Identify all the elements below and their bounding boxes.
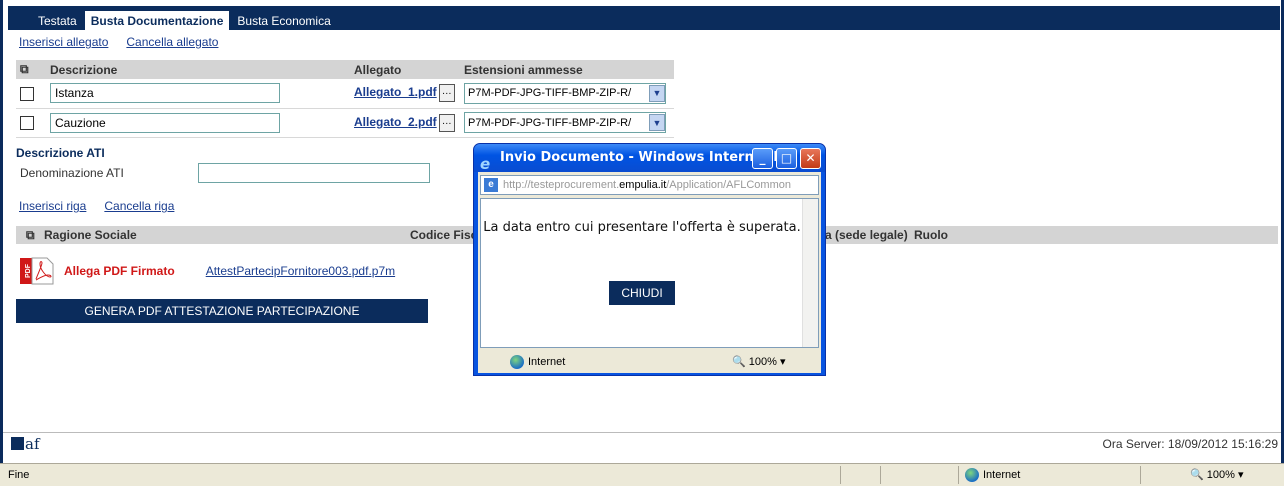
popup-titlebar[interactable]: e Invio Documento - Windows Internet E..… bbox=[474, 144, 825, 172]
popup-zone-indicator: Internet bbox=[510, 355, 565, 369]
ati-section-title: Descrizione ATI bbox=[16, 146, 105, 160]
denominazione-label: Denominazione ATI bbox=[20, 166, 124, 180]
row-checkbox[interactable] bbox=[20, 86, 34, 101]
extensions-value: P7M-PDF-JPG-TIFF-BMP-ZIP-R/ bbox=[468, 116, 632, 129]
globe-icon bbox=[510, 355, 524, 369]
chiudi-button[interactable]: CHIUDI bbox=[609, 281, 675, 305]
status-divider bbox=[840, 466, 841, 484]
chevron-down-icon[interactable]: ▼ bbox=[649, 84, 665, 102]
row-actions: Inserisci riga Cancella riga bbox=[19, 199, 174, 213]
ie-page-icon: e bbox=[484, 178, 498, 192]
row-checkbox[interactable] bbox=[20, 115, 34, 130]
table-row: Allegato_2.pdf… P7M-PDF-JPG-TIFF-BMP-ZIP… bbox=[16, 108, 674, 138]
status-divider bbox=[958, 466, 959, 484]
popup-address-bar: e http://testeprocurement.empulia.it/App… bbox=[480, 175, 819, 195]
zone-indicator: Internet bbox=[965, 468, 1020, 482]
copy-icon: ⧉ bbox=[16, 60, 46, 79]
descrizione-field[interactable] bbox=[50, 83, 280, 104]
col-header-ruolo: Ruolo bbox=[914, 228, 948, 242]
tab-bar: Testata Busta Documentazione Busta Econo… bbox=[8, 6, 1280, 30]
af-logo: af bbox=[11, 435, 40, 453]
tab-busta-economica[interactable]: Busta Economica bbox=[231, 11, 336, 30]
popup-zone-label: Internet bbox=[528, 356, 566, 368]
svg-text:PDF: PDF bbox=[25, 263, 32, 278]
chevron-down-icon[interactable]: ▼ bbox=[649, 114, 665, 131]
status-text: Fine bbox=[8, 469, 30, 481]
documents-header-row: ⧉ Descrizione Allegato Estensioni ammess… bbox=[16, 60, 674, 79]
footer-divider bbox=[3, 432, 1281, 433]
status-divider bbox=[1140, 466, 1141, 484]
insert-attachment-link[interactable]: Inserisci allegato bbox=[19, 35, 108, 49]
zoom-value: 100% bbox=[1206, 469, 1235, 481]
zone-label: Internet bbox=[983, 469, 1021, 481]
logo-text: af bbox=[25, 435, 40, 453]
browse-button[interactable]: … bbox=[438, 84, 455, 103]
col-header-codice-fiscale: Codice Fisc bbox=[410, 228, 478, 242]
popup-window: e Invio Documento - Windows Internet E..… bbox=[473, 143, 826, 376]
attestation-file-link[interactable]: AttestPartecipFornitore003.pdf.p7m bbox=[206, 264, 395, 278]
pdf-icon[interactable]: PDF bbox=[20, 257, 54, 285]
address-prefix: http://testeprocurement. bbox=[503, 179, 620, 191]
attachment-actions: Inserisci allegato Cancella allegato bbox=[19, 35, 218, 49]
col-header-estensioni: Estensioni ammesse bbox=[460, 60, 674, 79]
popup-status-bar: Internet 🔍 100% ▾ bbox=[480, 351, 819, 371]
extensions-select[interactable]: P7M-PDF-JPG-TIFF-BMP-ZIP-R/ ▼ bbox=[464, 82, 666, 104]
table-row: Allegato_1.pdf… P7M-PDF-JPG-TIFF-BMP-ZIP… bbox=[16, 79, 674, 109]
address-domain: empulia.it bbox=[619, 179, 667, 191]
status-divider bbox=[880, 466, 881, 484]
popup-zoom-value: 100% bbox=[748, 356, 777, 368]
insert-row-link[interactable]: Inserisci riga bbox=[19, 199, 86, 213]
popup-message: La data entro cui presentare l'offerta è… bbox=[483, 220, 801, 235]
tab-testata[interactable]: Testata bbox=[32, 11, 83, 30]
pdf-row: PDF Allega PDF Firmato AttestPartecipFor… bbox=[20, 257, 395, 285]
tab-busta-documentazione[interactable]: Busta Documentazione bbox=[84, 11, 230, 30]
attachment-link[interactable]: Allegato_1.pdf bbox=[354, 85, 437, 99]
copy-icon: ⧉ bbox=[26, 228, 35, 242]
browse-button[interactable]: … bbox=[438, 113, 455, 132]
minimize-icon[interactable]: _ bbox=[752, 148, 773, 169]
zoom-control[interactable]: 🔍 100% ▾ bbox=[1190, 468, 1243, 481]
delete-attachment-link[interactable]: Cancella allegato bbox=[126, 35, 218, 49]
server-time: Ora Server: 18/09/2012 15:16:29 bbox=[1102, 437, 1278, 451]
ie-icon: e bbox=[480, 155, 491, 172]
denominazione-field[interactable] bbox=[198, 163, 430, 183]
delete-row-link[interactable]: Cancella riga bbox=[104, 199, 174, 213]
globe-icon bbox=[965, 468, 979, 482]
attachment-link[interactable]: Allegato_2.pdf bbox=[354, 115, 437, 129]
browser-status-bar: Fine Internet 🔍 100% ▾ bbox=[0, 463, 1284, 486]
col-header-ragione-sociale: Ragione Sociale bbox=[44, 228, 137, 242]
extensions-select[interactable]: P7M-PDF-JPG-TIFF-BMP-ZIP-R/ ▼ bbox=[464, 112, 666, 133]
documents-table: ⧉ Descrizione Allegato Estensioni ammess… bbox=[16, 60, 674, 138]
maximize-icon[interactable]: □ bbox=[776, 148, 797, 169]
popup-content: La data entro cui presentare l'offerta è… bbox=[480, 198, 819, 348]
col-header-descrizione: Descrizione bbox=[46, 60, 350, 79]
extensions-value: P7M-PDF-JPG-TIFF-BMP-ZIP-R/ bbox=[468, 87, 632, 100]
generate-pdf-button[interactable]: GENERA PDF ATTESTAZIONE PARTECIPAZIONE bbox=[16, 299, 428, 323]
col-header-sede: a (sede legale) bbox=[825, 228, 908, 242]
vertical-scrollbar[interactable] bbox=[802, 199, 818, 347]
logo-mark-icon bbox=[11, 437, 24, 450]
col-header-allegato: Allegato bbox=[350, 60, 460, 79]
allega-pdf-label: Allega PDF Firmato bbox=[64, 264, 175, 278]
close-icon[interactable]: ✕ bbox=[800, 148, 821, 169]
descrizione-field[interactable] bbox=[50, 112, 280, 133]
popup-body: e http://testeprocurement.empulia.it/App… bbox=[478, 172, 821, 373]
popup-zoom-control[interactable]: 🔍 100% ▾ bbox=[732, 355, 785, 368]
address-suffix: /Application/AFLCommon bbox=[666, 179, 791, 191]
